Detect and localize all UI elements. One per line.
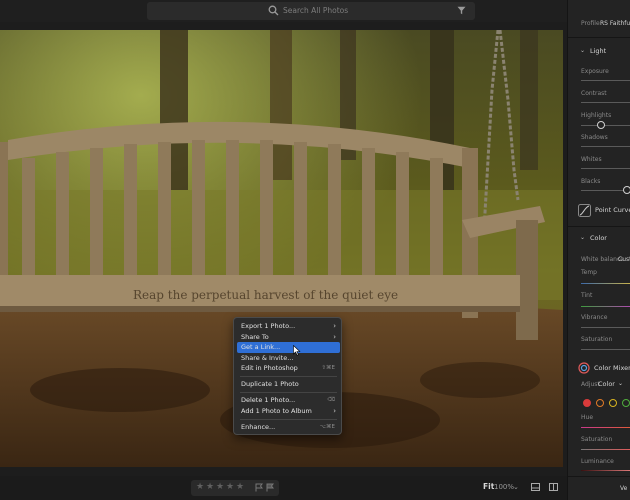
menu-item-duplicate[interactable]: Duplicate 1 Photo — [237, 379, 340, 390]
zoom-level[interactable]: 100% — [494, 482, 514, 492]
mixer-luminance-label: Luminance — [581, 458, 614, 465]
tint-slider[interactable] — [581, 306, 630, 307]
chevron-right-icon: › — [333, 332, 336, 341]
bottom-toolbar: ★ ★ ★ ★ ★ Fit 100% ⌄ — [0, 476, 567, 500]
mixer-hue-slider[interactable] — [581, 427, 630, 428]
menu-item-share-to[interactable]: Share To › — [237, 332, 340, 343]
mixer-red-swatch[interactable] — [583, 399, 591, 407]
star-icon[interactable]: ★ — [206, 482, 214, 493]
contrast-slider[interactable] — [581, 102, 630, 103]
panel-divider — [568, 226, 630, 227]
star-rating[interactable]: ★ ★ ★ ★ ★ — [191, 480, 279, 496]
panel-divider — [568, 476, 630, 477]
star-icon[interactable]: ★ — [196, 482, 204, 493]
menu-separator — [240, 392, 337, 393]
menu-item-export[interactable]: Export 1 Photo... › — [237, 321, 340, 332]
mixer-green-swatch[interactable] — [622, 399, 630, 407]
menu-item-share-invite[interactable]: Share & Invite... — [237, 353, 340, 364]
flag-reject-icon[interactable] — [266, 483, 274, 492]
chevron-right-icon: › — [333, 406, 336, 415]
menu-separator — [240, 376, 337, 377]
exposure-label: Exposure — [581, 68, 609, 75]
shadows-label: Shadows — [581, 134, 608, 141]
filmstrip-icon[interactable] — [531, 483, 540, 491]
menu-item-get-link[interactable]: Get a Link... — [237, 342, 340, 353]
chevron-down-icon[interactable]: ⌄ — [513, 482, 519, 492]
mixer-luminance-slider[interactable] — [581, 470, 630, 471]
adjust-dropdown[interactable]: Color — [598, 380, 615, 388]
bench-engraving: Reap the perpetual harvest of the quiet … — [133, 288, 398, 302]
color-mixer-icon[interactable] — [578, 362, 590, 374]
edit-panel: Profile RS Faithful ⌄ Light Exposure Con… — [567, 0, 630, 500]
blacks-slider-knob[interactable] — [623, 186, 630, 194]
mixer-yellow-swatch[interactable] — [609, 399, 617, 407]
panel-divider — [568, 37, 630, 38]
highlights-slider[interactable] — [581, 125, 630, 126]
shadows-slider[interactable] — [581, 146, 630, 147]
menu-item-delete[interactable]: Delete 1 Photo... ⌫ — [237, 395, 340, 406]
mouse-pointer-icon — [293, 345, 301, 356]
tint-label: Tint — [581, 292, 593, 299]
vibrance-label: Vibrance — [581, 314, 608, 321]
color-mixer-header[interactable]: Color Mixer — [594, 364, 630, 373]
menu-item-edit-photoshop[interactable]: Edit in Photoshop ⇧⌘E — [237, 363, 340, 374]
blacks-label: Blacks — [581, 178, 601, 185]
top-bar: Search All Photos — [0, 0, 567, 22]
star-icon[interactable]: ★ — [216, 482, 224, 493]
point-curve-button[interactable]: Point Curve — [595, 206, 630, 215]
whites-label: Whites — [581, 156, 602, 163]
versions-button[interactable]: Ve — [620, 485, 627, 493]
whites-slider[interactable] — [581, 168, 630, 169]
menu-separator — [240, 419, 337, 420]
search-bar[interactable]: Search All Photos — [147, 2, 475, 20]
star-icon[interactable]: ★ — [226, 482, 234, 493]
flag-pick-icon[interactable] — [255, 483, 263, 492]
highlights-label: Highlights — [581, 112, 612, 119]
profile-label: Profile — [581, 20, 600, 27]
search-icon — [268, 5, 279, 16]
mixer-orange-swatch[interactable] — [596, 399, 604, 407]
temp-label: Temp — [581, 269, 597, 276]
color-section-header[interactable]: Color — [590, 234, 607, 243]
saturation-slider[interactable] — [581, 349, 630, 350]
mixer-hue-label: Hue — [581, 414, 594, 421]
menu-item-add-to-album[interactable]: Add 1 Photo to Album › — [237, 406, 340, 417]
exposure-slider[interactable] — [581, 80, 630, 81]
saturation-label: Saturation — [581, 336, 613, 343]
star-icon[interactable]: ★ — [236, 482, 244, 493]
mixer-saturation-slider[interactable] — [581, 449, 630, 450]
filter-icon[interactable] — [457, 6, 466, 15]
profile-value[interactable]: RS Faithful — [600, 20, 630, 28]
highlights-slider-knob[interactable] — [597, 121, 605, 129]
search-input[interactable]: Search All Photos — [283, 5, 348, 16]
menu-item-enhance[interactable]: Enhance... ⌥⌘E — [237, 422, 340, 433]
white-balance-dropdown[interactable]: Cust — [618, 256, 630, 264]
fit-button[interactable]: Fit — [483, 482, 494, 492]
temp-slider[interactable] — [581, 283, 630, 284]
chevron-right-icon: › — [333, 322, 336, 330]
adjust-label: Adjust — [581, 381, 600, 388]
chevron-down-icon[interactable]: ⌄ — [580, 46, 585, 55]
chevron-down-icon[interactable]: ⌄ — [580, 233, 585, 242]
compare-view-icon[interactable] — [549, 483, 558, 491]
mixer-saturation-label: Saturation — [581, 436, 613, 443]
light-section-header[interactable]: Light — [590, 47, 606, 56]
point-curve-icon[interactable] — [578, 204, 591, 217]
context-menu: Export 1 Photo... › Share To › Get a Lin… — [233, 317, 342, 435]
vibrance-slider[interactable] — [581, 327, 630, 328]
lightroom-window: Search All Photos Reap the perpetual har… — [0, 0, 630, 500]
contrast-label: Contrast — [581, 90, 607, 97]
chevron-down-icon[interactable]: ⌄ — [618, 380, 623, 388]
